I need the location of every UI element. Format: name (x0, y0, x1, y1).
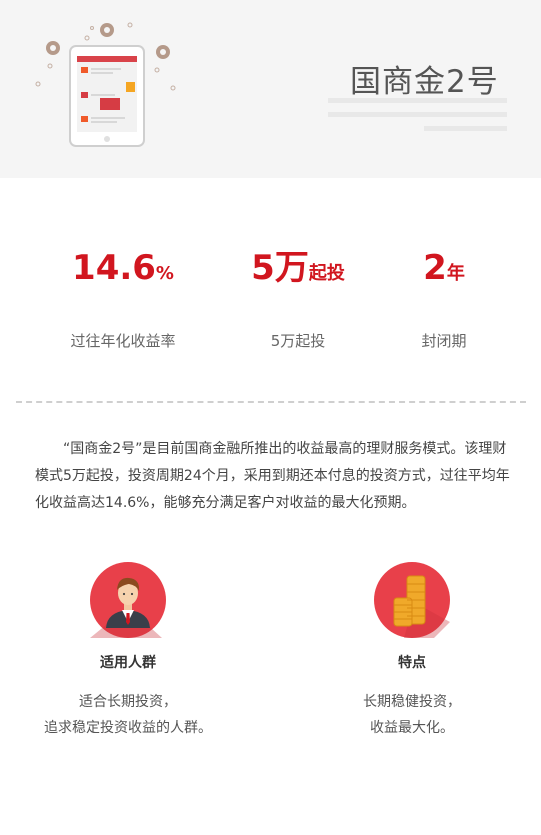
stat-yield-value: 14.6 (72, 248, 156, 288)
feature-text-line-2: 追求稳定投资收益的人群。 (44, 720, 212, 736)
hero-banner: 国商金2号 (0, 0, 541, 178)
stat-term: 2年 封闭期 (354, 240, 534, 351)
stat-term-label: 封闭期 (421, 332, 467, 350)
stat-minimum-unit: 起投 (308, 263, 345, 284)
feature-title: 适用人群 (100, 655, 156, 671)
tablet-illustration (35, 22, 176, 147)
feature-text-line-1: 长期稳健投资， (363, 694, 461, 710)
feature-text-line-1: 适合长期投资， (79, 694, 177, 710)
stat-yield-label: 过往年化收益率 (70, 332, 176, 350)
feature-title: 特点 (398, 655, 426, 671)
decorative-line (424, 126, 507, 131)
coins-icon (374, 562, 450, 638)
stat-yield-unit: % (155, 263, 174, 284)
stat-minimum-value: 5万 (251, 248, 309, 288)
dashed-divider (16, 401, 526, 403)
person-icon (90, 562, 166, 638)
decorative-line (328, 112, 507, 117)
product-description: “国商金2号”是目前国商金融所推出的收益最高的理财服务模式。该理财模式5万起投，… (35, 441, 510, 511)
stat-term-value: 2 (423, 248, 447, 288)
stat-term-unit: 年 (446, 263, 465, 284)
feature-characteristics: 特点 长期稳健投资， 收益最大化。 (292, 562, 532, 741)
page-title: 国商金2号 (350, 64, 499, 100)
stat-yield: 14.6% 过往年化收益率 (33, 240, 213, 351)
decorative-line (328, 98, 507, 103)
feature-target-audience: 适用人群 适合长期投资， 追求稳定投资收益的人群。 (8, 562, 248, 741)
feature-text-line-2: 收益最大化。 (370, 720, 454, 736)
